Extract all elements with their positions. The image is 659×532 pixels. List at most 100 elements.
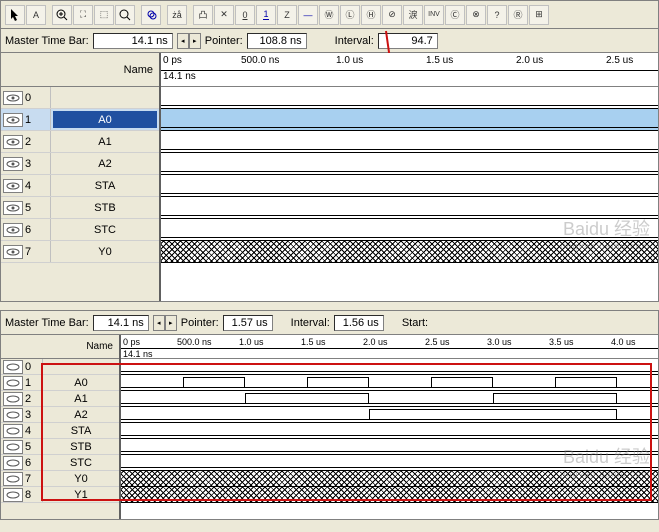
signal-icon[interactable] — [3, 360, 23, 374]
signal-icon[interactable] — [3, 456, 23, 470]
force-z-button[interactable]: Z — [277, 5, 297, 25]
invert-button[interactable]: INV — [424, 5, 444, 25]
zoom-fit-button[interactable]: ⛶ — [73, 5, 93, 25]
interval-value: 1.56 us — [334, 315, 384, 331]
waveform-row[interactable] — [121, 455, 658, 471]
signal-icon[interactable] — [3, 408, 23, 422]
signal-name[interactable] — [43, 359, 119, 374]
pointer-value: 108.8 ns — [247, 33, 307, 49]
waveform-row[interactable] — [161, 219, 658, 241]
master-time-spinner[interactable]: ◂▸ — [153, 315, 177, 331]
waveform-row[interactable] — [121, 471, 658, 487]
signal-icon[interactable] — [3, 376, 23, 390]
waveform-row[interactable] — [121, 439, 658, 455]
signal-icon[interactable] — [3, 392, 23, 406]
signal-icon[interactable] — [3, 472, 23, 486]
search-button[interactable] — [141, 5, 161, 25]
waveform-canvas[interactable]: 0 ps 500.0 ns 1.0 us 1.5 us 2.0 us 2.5 u… — [161, 53, 658, 301]
waveform-row[interactable] — [161, 175, 658, 197]
zoom-tool-button[interactable] — [115, 5, 135, 25]
signal-name[interactable]: A0 — [53, 111, 157, 128]
time-bar: Master Time Bar: 14.1 ns ◂▸ Pointer: 108… — [1, 29, 658, 53]
clock-button[interactable]: 淚 — [403, 5, 423, 25]
signal-icon[interactable] — [3, 424, 23, 438]
text-tool-button[interactable]: A — [26, 5, 46, 25]
name-header: Name — [1, 53, 159, 87]
waveform-row[interactable] — [161, 109, 658, 131]
waveform-row[interactable] — [121, 359, 658, 375]
signal-icon[interactable] — [3, 179, 23, 193]
signal-row: 4STA — [1, 423, 119, 439]
signal-icon[interactable] — [3, 113, 23, 127]
signal-name[interactable]: STC — [51, 219, 159, 240]
pointer-tool-button[interactable] — [5, 5, 25, 25]
signal-name[interactable]: STB — [51, 197, 159, 218]
count-button[interactable]: Ⓒ — [445, 5, 465, 25]
force-weak-button[interactable]: — — [298, 5, 318, 25]
signal-index: 7 — [25, 473, 31, 485]
waveform-canvas[interactable]: 0 ps 500.0 ns 1.0 us 1.5 us 2.0 us 2.5 u… — [121, 335, 658, 519]
waveform-row[interactable] — [161, 241, 658, 263]
signal-icon[interactable] — [3, 245, 23, 259]
signal-name[interactable]: A1 — [51, 131, 159, 152]
value-q-button[interactable]: ⊗ — [466, 5, 486, 25]
zoom-full-button[interactable]: ⬚ — [94, 5, 114, 25]
force-1-button[interactable]: 1 — [256, 5, 276, 25]
force-dc-button[interactable]: ⊘ — [382, 5, 402, 25]
signal-icon[interactable] — [3, 157, 23, 171]
force-w-button[interactable]: Ⓦ — [319, 5, 339, 25]
interval-value: 94.7 — [378, 33, 438, 49]
signal-index: 3 — [25, 409, 31, 421]
signal-name[interactable]: A0 — [43, 375, 119, 390]
signal-name[interactable]: Y0 — [43, 471, 119, 486]
waveform-row[interactable] — [161, 153, 658, 175]
signal-name[interactable]: A2 — [43, 407, 119, 422]
signal-row: 2 A1 — [1, 391, 119, 407]
waveform-row[interactable] — [121, 407, 658, 423]
signal-name[interactable]: Y1 — [43, 487, 119, 502]
force-x-button[interactable]: ✕ — [214, 5, 234, 25]
signal-icon[interactable] — [3, 91, 23, 105]
cursor-time: 14.1 ns — [161, 71, 658, 87]
waveform-row[interactable] — [161, 131, 658, 153]
signal-icon[interactable] — [3, 223, 23, 237]
signal-name[interactable]: STC — [43, 455, 119, 470]
waveform-row[interactable] — [161, 197, 658, 219]
master-time-value[interactable]: 14.1 ns — [93, 33, 173, 49]
force-h-button[interactable]: Ⓗ — [361, 5, 381, 25]
master-time-value[interactable]: 14.1 ns — [93, 315, 149, 331]
force-0-button[interactable]: 0 — [235, 5, 255, 25]
random-button[interactable]: Ⓡ — [508, 5, 528, 25]
waveform-row[interactable] — [121, 487, 658, 503]
signal-name[interactable]: Y0 — [51, 241, 159, 262]
force-u-button[interactable]: 凸 — [193, 5, 213, 25]
signal-icon[interactable] — [3, 135, 23, 149]
waveform-row[interactable] — [121, 423, 658, 439]
waveform-row[interactable] — [121, 391, 658, 407]
force-l-button[interactable]: Ⓛ — [340, 5, 360, 25]
signal-name[interactable]: STA — [51, 175, 159, 196]
waveform-row[interactable] — [121, 375, 658, 391]
zoom-in-button[interactable] — [52, 5, 72, 25]
misc-button[interactable]: ⊞ — [529, 5, 549, 25]
signal-name[interactable]: STA — [43, 423, 119, 438]
signal-name[interactable]: A2 — [51, 153, 159, 174]
toolbar: A ⛶ ⬚ żå 凸 ✕ 0 1 Z — Ⓦ Ⓛ Ⓗ ⊘ 淚 INV Ⓒ ⊗ ?… — [1, 1, 658, 29]
signal-icon[interactable] — [3, 488, 23, 502]
cursor-time: 14.1 ns — [121, 349, 658, 359]
signal-name[interactable]: A1 — [43, 391, 119, 406]
signal-row: 6STC — [1, 455, 119, 471]
signal-name[interactable]: STB — [43, 439, 119, 454]
master-time-spinner[interactable]: ◂▸ — [177, 33, 201, 49]
waveform-row[interactable] — [161, 87, 658, 109]
signal-name[interactable] — [51, 87, 159, 108]
signal-index: 3 — [25, 158, 31, 170]
signal-index: 2 — [25, 393, 31, 405]
waveform-editor-top: 赋值工具 A ⛶ ⬚ żå 凸 ✕ 0 1 Z — Ⓦ Ⓛ Ⓗ ⊘ 淚 INV … — [0, 0, 659, 302]
signal-row: 1A0 — [1, 109, 159, 131]
value-q2-button[interactable]: ? — [487, 5, 507, 25]
signal-row: 5STB — [1, 439, 119, 455]
signal-icon[interactable] — [3, 201, 23, 215]
find-button[interactable]: żå — [167, 5, 187, 25]
signal-icon[interactable] — [3, 440, 23, 454]
